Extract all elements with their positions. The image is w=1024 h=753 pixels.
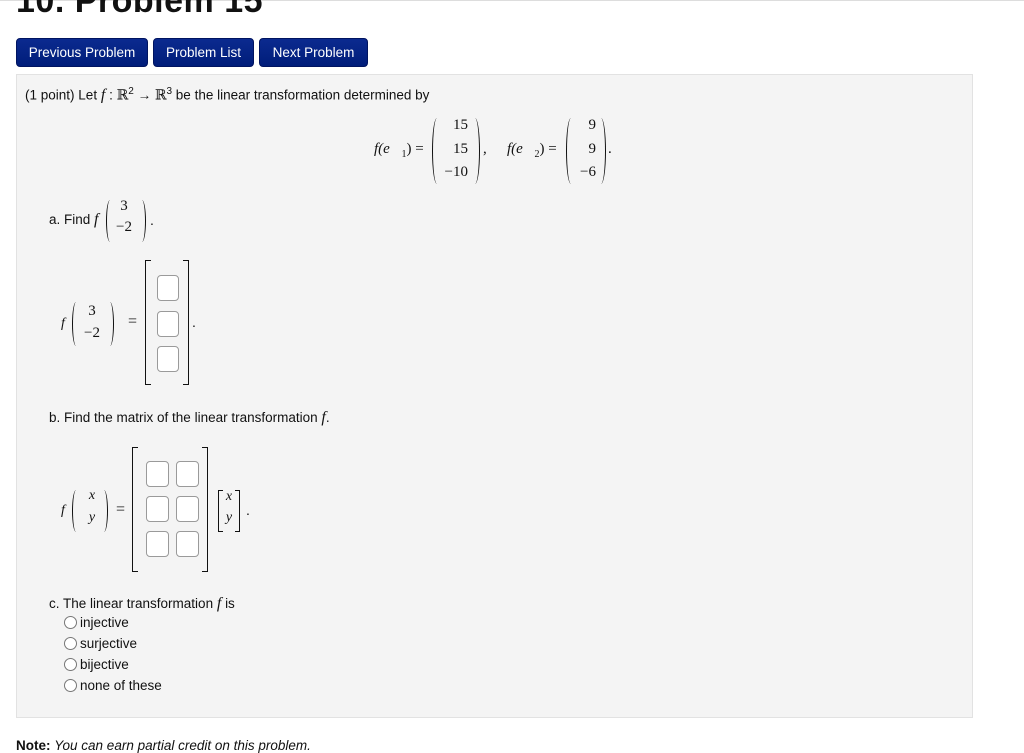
vector-a-1: 3 xyxy=(88,303,96,319)
codomain-dim: 3 xyxy=(166,86,173,97)
colon: : xyxy=(109,87,113,103)
answer-input-a-3[interactable] xyxy=(157,346,179,372)
domain-space: ℝ xyxy=(116,87,129,104)
matrix-input-1-2[interactable] xyxy=(176,461,199,487)
next-problem-button[interactable]: Next Problem xyxy=(259,38,368,67)
function-symbol: f xyxy=(61,316,65,331)
e1-value-1: 15 xyxy=(453,117,468,133)
right-paren xyxy=(106,302,114,346)
right-bracket xyxy=(183,260,189,385)
radio-button[interactable] xyxy=(64,679,77,692)
problem-list-button[interactable]: Problem List xyxy=(153,38,254,67)
matrix-input-3-1[interactable] xyxy=(146,531,169,557)
f-e2-label: f(e⃗2) = xyxy=(507,141,557,160)
rhs-vector-y: y xyxy=(225,510,233,525)
partial-credit-note: Note: You can earn partial credit on thi… xyxy=(16,738,311,753)
function-symbol: f xyxy=(100,86,106,104)
vector-a-2: −2 xyxy=(116,219,132,235)
matrix-input-1-1[interactable] xyxy=(146,461,169,487)
radio-button[interactable] xyxy=(64,658,77,671)
e1-value-2: 15 xyxy=(453,141,468,157)
part-c-prompt: c. The linear transformation f is xyxy=(49,595,235,612)
codomain-space: ℝ xyxy=(154,87,167,104)
right-paren xyxy=(470,118,480,184)
comma: , xyxy=(483,141,487,157)
option-surjective[interactable]: surjective xyxy=(64,636,137,651)
right-paren xyxy=(100,490,108,532)
vector-x: x xyxy=(88,488,96,503)
left-paren xyxy=(72,302,80,346)
previous-problem-button[interactable]: Previous Problem xyxy=(16,38,148,67)
period: . xyxy=(246,502,250,518)
right-bracket xyxy=(235,490,240,532)
matrix-input-2-2[interactable] xyxy=(176,496,199,522)
right-paren xyxy=(138,200,146,242)
left-bracket xyxy=(132,447,138,572)
answer-input-a-1[interactable] xyxy=(157,275,179,301)
vector-a-1: 3 xyxy=(120,198,128,214)
right-paren xyxy=(596,118,606,184)
left-bracket xyxy=(145,260,151,385)
option-none-of-these[interactable]: none of these xyxy=(64,678,162,693)
period: . xyxy=(608,141,612,157)
e1-value-3: −10 xyxy=(444,164,468,180)
answer-input-a-2[interactable] xyxy=(157,311,179,337)
let-text: Let xyxy=(78,87,98,103)
radio-button[interactable] xyxy=(64,637,77,650)
page-title: 10. Problem 15 xyxy=(16,0,264,20)
function-symbol: f xyxy=(61,503,65,518)
problem-container xyxy=(16,74,973,718)
option-injective[interactable]: injective xyxy=(64,615,129,630)
right-bracket xyxy=(202,447,208,572)
matrix-input-3-2[interactable] xyxy=(176,531,199,557)
domain-dim: 2 xyxy=(128,86,134,97)
part-a-prompt: a. Find f xyxy=(49,211,99,228)
problem-intro: (1 point) Let f : ℝ2 → ℝ3 be the linear … xyxy=(25,86,429,105)
e2-value-3: −6 xyxy=(580,164,596,180)
vector-y: y xyxy=(88,510,96,525)
vector-a-2: −2 xyxy=(84,325,100,341)
arrow: → xyxy=(137,87,152,103)
option-bijective[interactable]: bijective xyxy=(64,657,129,672)
intro-rest: be the linear transformation determined … xyxy=(175,87,430,103)
radio-button[interactable] xyxy=(64,616,77,629)
period: . xyxy=(150,212,154,228)
left-paren xyxy=(72,490,80,532)
equals-sign: = xyxy=(128,313,138,330)
e2-value-2: 9 xyxy=(588,141,597,157)
rhs-vector-x: x xyxy=(225,489,233,504)
matrix-input-2-1[interactable] xyxy=(146,496,169,522)
f-e1-label: f(e⃗1) = xyxy=(374,141,424,160)
period: . xyxy=(192,314,196,330)
part-b-prompt: b. Find the matrix of the linear transfo… xyxy=(49,409,330,426)
equals-sign: = xyxy=(116,501,126,518)
e2-value-1: 9 xyxy=(588,117,597,133)
points-label: (1 point) xyxy=(25,87,75,103)
